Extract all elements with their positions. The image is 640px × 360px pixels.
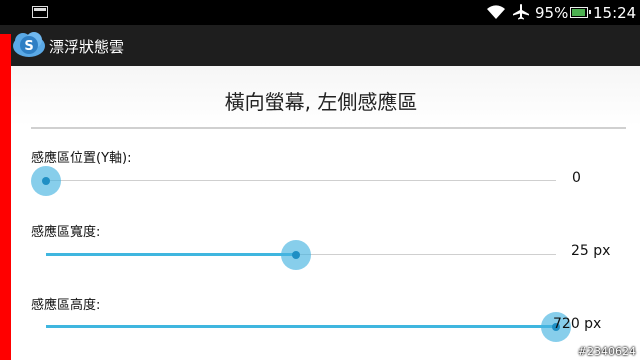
svg-text:S: S	[24, 39, 33, 54]
section-divider	[31, 127, 626, 129]
battery-icon	[570, 7, 591, 18]
width-value: 25 px	[571, 243, 611, 259]
action-bar: S 漂浮狀態雲	[0, 25, 640, 66]
slider-track	[46, 180, 556, 181]
wifi-icon	[487, 5, 505, 19]
status-clock: 15:24	[593, 4, 637, 22]
edge-strip-top	[0, 34, 11, 66]
watermark: #2340624	[577, 345, 636, 358]
height-slider[interactable]	[46, 310, 571, 344]
slider-track-fill	[46, 325, 556, 328]
settings-panel: 橫向螢幕, 左側感應區 感應區位置(Y軸): 0 感應區寬度: 25 px 感應…	[11, 66, 640, 360]
status-bar: 95% 15:24	[0, 0, 640, 25]
notification-icon	[32, 6, 48, 18]
slider-thumb-dot	[291, 251, 300, 259]
slider-thumb[interactable]	[31, 166, 61, 196]
width-slider[interactable]	[46, 238, 556, 272]
slider-thumb[interactable]	[280, 240, 311, 270]
battery-percent: 95%	[535, 4, 569, 22]
section-title: 橫向螢幕, 左側感應區	[224, 90, 418, 114]
battery-level-fill	[572, 9, 586, 16]
position-y-slider[interactable]	[31, 164, 556, 198]
app-logo-icon: S	[13, 32, 45, 57]
airplane-icon	[513, 4, 529, 20]
app-title: 漂浮狀態雲	[49, 38, 125, 56]
height-value: 720 px	[553, 316, 602, 332]
battery-tip	[589, 10, 591, 14]
slider-thumb-dot	[42, 177, 50, 185]
slider-track-fill	[46, 253, 296, 256]
edge-sensor-strip	[0, 66, 11, 360]
position-y-value: 0	[572, 170, 581, 186]
